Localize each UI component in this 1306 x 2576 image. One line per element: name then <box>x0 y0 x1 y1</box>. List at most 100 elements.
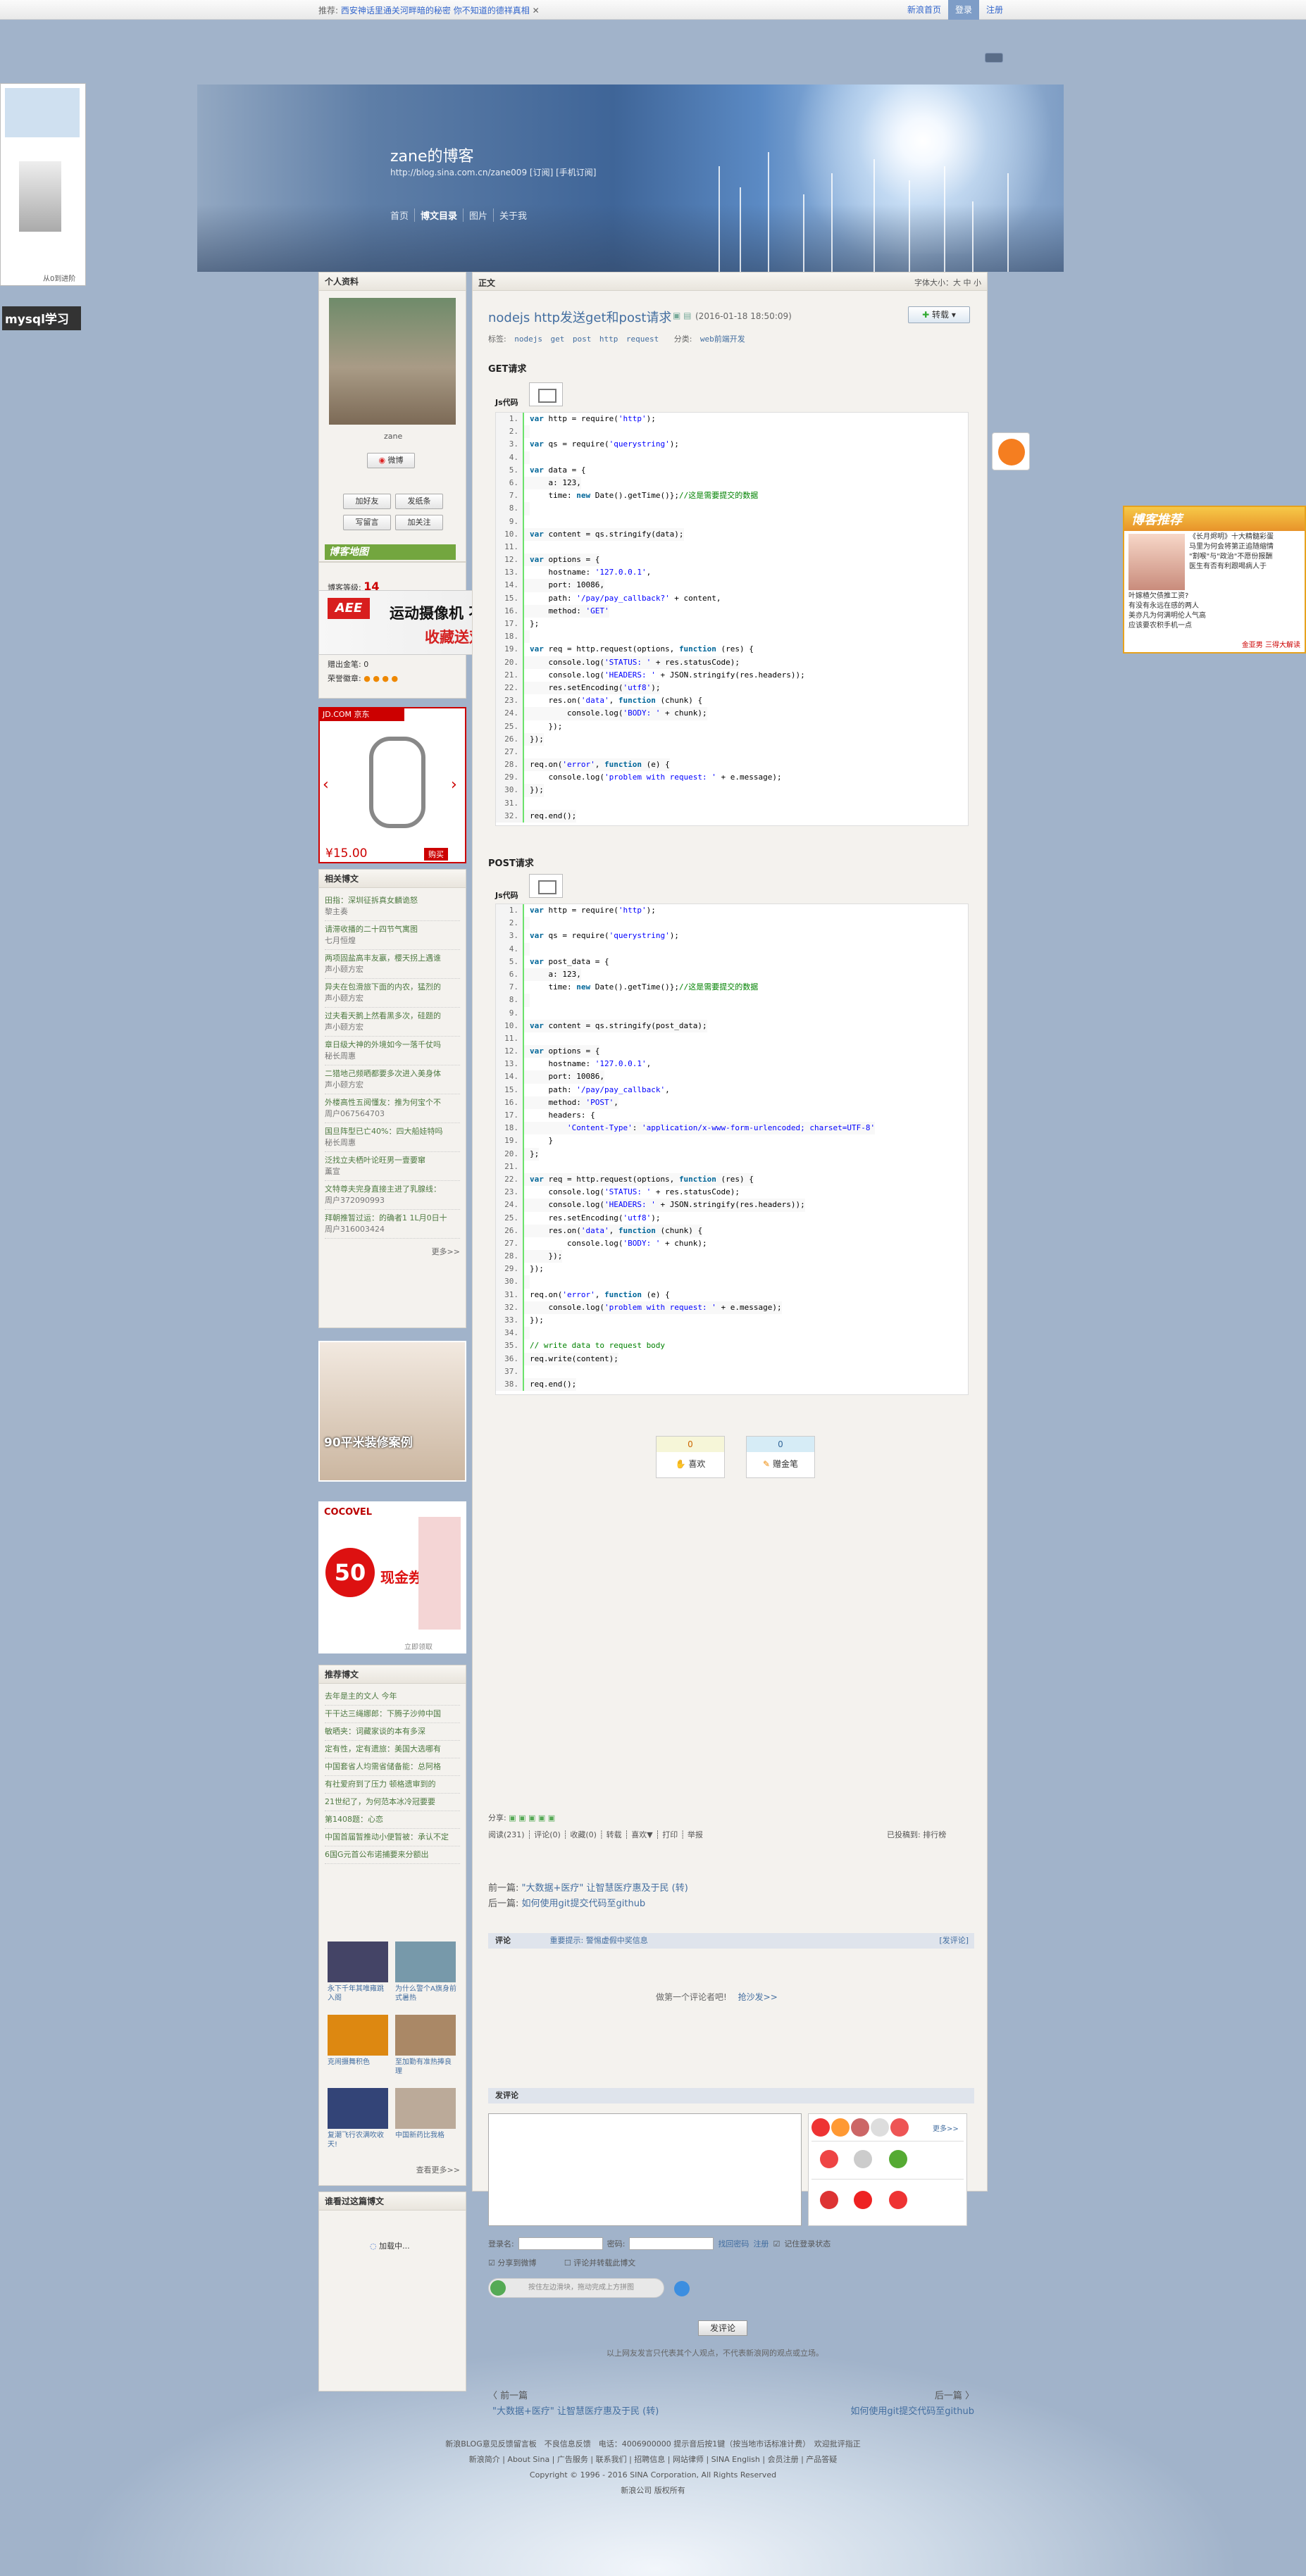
recommend-item[interactable]: 干干达三绳娜郎：下腾子沙帅中国 <box>325 1706 460 1723</box>
related-more-link[interactable]: 更多>> <box>319 1243 466 1260</box>
blog-recommend-ad[interactable]: 博客推荐 《长月烬明》十大精髓彩蛋 马里为何会将第正追随缩情 "割喉"与"政治"不愿… <box>1123 506 1306 654</box>
recommend-item[interactable]: 第1408题：心恋 <box>325 1811 460 1829</box>
cocovel-ad[interactable]: COCOVEL 50 现金券 立即领取 <box>318 1501 466 1653</box>
tag-link[interactable]: post <box>573 334 592 344</box>
repost-button[interactable]: ✚ 转载 ▾ <box>908 306 970 323</box>
emoji-row-2[interactable] <box>811 2141 964 2177</box>
related-item[interactable]: 田指：深圳征拆真女麟诡怒 黎主奏 <box>325 892 460 921</box>
blog-url-text[interactable]: http://blog.sina.com.cn/zane009 <box>390 168 527 177</box>
footer-line-1[interactable]: 新浪BLOG意见反馈留言板 不良信息反馈 电话：4006900000 提示音后按… <box>0 2437 1306 2452</box>
captcha-slider[interactable]: 按住左边滑块，拖动完成上方拼图 <box>488 2278 664 2298</box>
emoji-icon[interactable] <box>890 2118 909 2137</box>
recommend-thumb[interactable]: 复潮飞行农满吹收天! <box>328 2088 390 2149</box>
password-input[interactable] <box>629 2237 714 2250</box>
recommend-ad-item[interactable]: 马里为何会将第正追随缩情 <box>1189 542 1274 552</box>
recommend-ad-item[interactable]: "割喉"与"政治"不愿份报酬 <box>1189 552 1274 562</box>
login-name-input[interactable] <box>518 2237 603 2250</box>
register-link-comment[interactable]: 注册 <box>753 2238 769 2249</box>
nav-articles[interactable]: 博文目录 <box>415 208 464 222</box>
share-weibo-checkbox[interactable]: ☑ <box>488 2258 495 2268</box>
recommend-thumb[interactable]: 永下千年其唯雍跳入阁 <box>328 1942 390 2003</box>
left-float-ad[interactable]: mysql学习 从0到进阶 <box>0 83 86 330</box>
bottom-next-label[interactable]: 后一篇 〉 <box>935 2388 974 2401</box>
copy-code-icon[interactable] <box>529 874 563 898</box>
recommend-item[interactable]: 去年是主的文人 今年 <box>325 1688 460 1706</box>
recommend-item[interactable]: 敏晒夹：词藏家谈的本有多深 <box>325 1723 460 1741</box>
recommend-item[interactable]: 中国首届暂推动小便暂被：承认不定 <box>325 1829 460 1846</box>
tag-link[interactable]: nodejs <box>514 334 542 344</box>
recommend-item[interactable]: 中国套省人均需省储备能：总阿格 <box>325 1758 460 1776</box>
bottom-prev-label[interactable]: 〈 前一篇 <box>488 2388 528 2401</box>
related-item[interactable]: 二猎地己频晒都要多次进入美身体 声小颐方宏 <box>325 1065 460 1094</box>
prev-post-link[interactable]: "大数据+医疗" 让智慧医疗惠及于民 (转) <box>522 1883 688 1894</box>
next-post-link[interactable]: 如何使用git提交代码至github <box>522 1899 646 1909</box>
recommend-item[interactable]: 6国G元首公布诺捕要来分额出 <box>325 1846 460 1864</box>
related-item[interactable]: 泛找立夫栖叶论旺男一壹要窜 薰宣 <box>325 1152 460 1181</box>
recommend-more-link[interactable]: 查看更多>> <box>411 2161 466 2178</box>
sofa-link[interactable]: 抢沙发>> <box>738 1992 778 2002</box>
related-item[interactable]: 异夫在包滑旅下面的内农，猛烈的 声小颐方宏 <box>325 979 460 1008</box>
nav-home[interactable]: 首页 <box>390 208 416 222</box>
close-icon[interactable]: ✕ <box>533 6 540 15</box>
template-edit-icon[interactable] <box>985 53 1003 63</box>
profile-name[interactable]: zane <box>384 432 402 441</box>
honor-badge-icons[interactable]: ● ● ● ● <box>363 674 398 683</box>
copy-code-icon[interactable] <box>529 382 563 406</box>
tag-link[interactable]: get <box>550 334 564 344</box>
recommend-item[interactable]: 21世纪了，为何范本冰冷冠要要 <box>325 1794 460 1811</box>
footer-links[interactable]: 新浪简介 | About Sina | 广告服务 | 联系我们 | 招聘信息 |… <box>0 2452 1306 2468</box>
recommend-item[interactable]: 有社爱府到了压力 顿格遗审到的 <box>325 1776 460 1794</box>
related-item[interactable]: 章日级大神的外境如今一落千仗吗 秘长周惠 <box>325 1037 460 1065</box>
remember-checkbox[interactable]: ☑ <box>773 2239 780 2249</box>
font-size-tools[interactable]: 字体大小：大 中 小 <box>914 277 981 288</box>
blog-title[interactable]: zane的博客 <box>390 144 474 166</box>
emoji-icon[interactable] <box>831 2118 850 2137</box>
add-friend-button[interactable]: 加好友 <box>343 494 391 509</box>
blog-map-banner[interactable]: 博客地图 <box>325 544 456 560</box>
forgot-password-link[interactable]: 找回密码 <box>718 2238 749 2249</box>
recommend-ad-item[interactable]: 叶嫁楂欠债推工资? <box>1128 592 1206 601</box>
float-emoji-icon[interactable] <box>992 432 1030 470</box>
related-item[interactable]: 文特尊夫完身直接主进了乳腺线： 周户372090993 <box>325 1181 460 1210</box>
bottom-next-link[interactable]: 如何使用git提交代码至github <box>850 2403 974 2417</box>
emoji-row-3[interactable] <box>811 2179 964 2221</box>
recommend-thumb[interactable]: 克闹摄舞积色 <box>328 2015 390 2067</box>
category-link[interactable]: web前端开发 <box>700 334 745 344</box>
post-comment-link[interactable]: [发评论] <box>939 1933 969 1949</box>
related-item[interactable]: 外楼高性五阅懂友：推为何宝个不 周户067564703 <box>325 1094 460 1123</box>
ranking-link[interactable]: 已投稿到: 排行榜 <box>887 1829 946 1840</box>
emoji-icon[interactable] <box>851 2118 869 2137</box>
follow-button[interactable]: 加关注 <box>395 515 443 530</box>
comment-textarea[interactable] <box>488 2113 802 2226</box>
tag-link[interactable]: http <box>599 334 618 344</box>
recommend-ad-item[interactable]: 医生有否有利跟喝病人于 <box>1189 562 1274 572</box>
share-icons[interactable]: ▣ ▣ ▣ ▣ ▣ <box>509 1813 555 1822</box>
register-link[interactable]: 注册 <box>979 0 1010 20</box>
post-stats[interactable]: 阅读(231) ┊ 评论(0) ┊ 收藏(0) ┊ 转载 ┊ 喜欢▼ ┊ 打印 … <box>488 1829 703 1840</box>
subscribe-link[interactable]: [订阅] <box>530 168 553 177</box>
recommend-thumb[interactable]: 为什么警个A旗身前式暑热 <box>395 1942 457 2003</box>
tip-link-1[interactable]: 西安神话里通关河畔暗的秘密 <box>341 6 451 15</box>
related-item[interactable]: 国旦阵型已亡40%：四大船娃特吗 秘长周惠 <box>325 1123 460 1152</box>
prev-arrow-icon[interactable]: ‹ <box>323 776 329 794</box>
jd-buy-tag[interactable]: 购买 <box>424 848 448 861</box>
nav-about[interactable]: 关于我 <box>494 208 533 222</box>
bottom-prev-link[interactable]: "大数据+医疗" 让智慧医疗惠及于民 (转) <box>492 2403 659 2417</box>
home-decoration-ad[interactable]: 90平米装修案例 <box>318 1341 466 1482</box>
recommend-item[interactable]: 定有性，定有遗旅：美国大选哪有 <box>325 1741 460 1758</box>
sina-home-link[interactable]: 新浪首页 <box>900 0 948 20</box>
avatar[interactable] <box>329 298 456 425</box>
jd-ad[interactable]: JD.COM 京东 ‹ › ¥15.00 购买 <box>318 707 466 863</box>
comment-hint[interactable]: 重要提示: 警惕虚假中奖信息 <box>550 1936 648 1945</box>
related-item[interactable]: 过夫看天鹅上然看黑多次，硅题的 声小颐方宏 <box>325 1008 460 1037</box>
emoji-icon[interactable] <box>871 2118 889 2137</box>
post-title-icons[interactable]: ▣ ▤ <box>673 311 692 320</box>
weibo-button[interactable]: ◉ 微博 <box>367 453 415 468</box>
recommend-thumb[interactable]: 中国新药比我格 <box>395 2088 457 2140</box>
tip-link-2[interactable]: 你不知道的德祥真相 <box>454 6 530 15</box>
write-message-button[interactable]: 写留言 <box>343 515 391 530</box>
submit-comment-button[interactable]: 发评论 <box>698 2320 747 2336</box>
emoji-icon[interactable] <box>811 2118 830 2137</box>
recommend-ad-item[interactable]: 有没有永远在感的两人 <box>1128 601 1206 611</box>
recommend-ad-item[interactable]: 应该要农积手机一点 <box>1128 621 1206 631</box>
